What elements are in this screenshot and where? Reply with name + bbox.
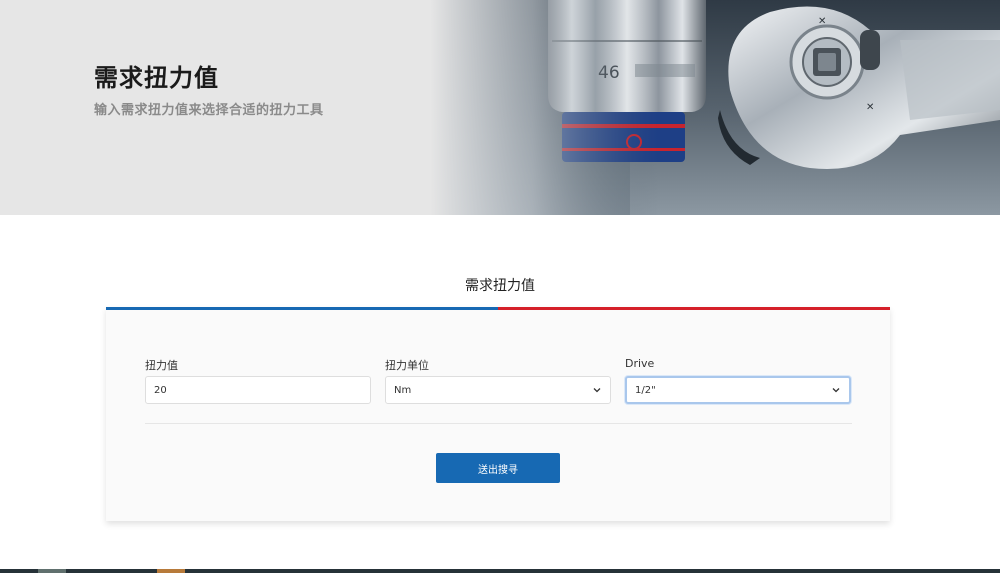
torque-input-value: 20 bbox=[154, 384, 167, 396]
footer-strip bbox=[0, 569, 1000, 573]
card-accent-bar bbox=[106, 307, 890, 310]
drive-select[interactable]: 1/2" bbox=[625, 376, 851, 404]
drive-select-value: 1/2" bbox=[635, 384, 656, 396]
torque-field: 扭力值 20 bbox=[145, 357, 371, 404]
unit-label: 扭力单位 bbox=[385, 359, 429, 372]
drive-field: Drive 1/2" bbox=[625, 357, 851, 404]
submit-search-button[interactable]: 送出搜寻 bbox=[436, 453, 560, 483]
socket-wrench-photo: 46 ✕ ✕ bbox=[430, 0, 1000, 215]
hero-title: 需求扭力值 bbox=[94, 64, 219, 92]
form-divider bbox=[145, 423, 852, 424]
unit-select-value: Nm bbox=[394, 384, 412, 396]
accent-bar-blue bbox=[106, 307, 498, 310]
torque-label: 扭力值 bbox=[145, 359, 178, 372]
torque-search-form: 扭力值 20 扭力单位 Nm Drive 1/2" 送出搜寻 bbox=[106, 307, 890, 521]
chevron-down-icon bbox=[832, 388, 840, 393]
hero-banner: 需求扭力值 输入需求扭力值来选择合适的扭力工具 bbox=[0, 0, 1000, 215]
accent-bar-red bbox=[498, 307, 890, 310]
hero-text: 需求扭力值 输入需求扭力值来选择合适的扭力工具 bbox=[94, 58, 324, 118]
torque-input[interactable]: 20 bbox=[145, 376, 371, 404]
footer-accent-2 bbox=[157, 569, 185, 573]
unit-field: 扭力单位 Nm bbox=[385, 357, 611, 404]
chevron-down-icon bbox=[593, 388, 601, 393]
hero-subtitle: 输入需求扭力值来选择合适的扭力工具 bbox=[94, 103, 324, 118]
drive-label: Drive bbox=[625, 357, 655, 370]
unit-select[interactable]: Nm bbox=[385, 376, 611, 404]
footer-accent-1 bbox=[38, 569, 66, 573]
section-title: 需求扭力值 bbox=[465, 278, 535, 294]
